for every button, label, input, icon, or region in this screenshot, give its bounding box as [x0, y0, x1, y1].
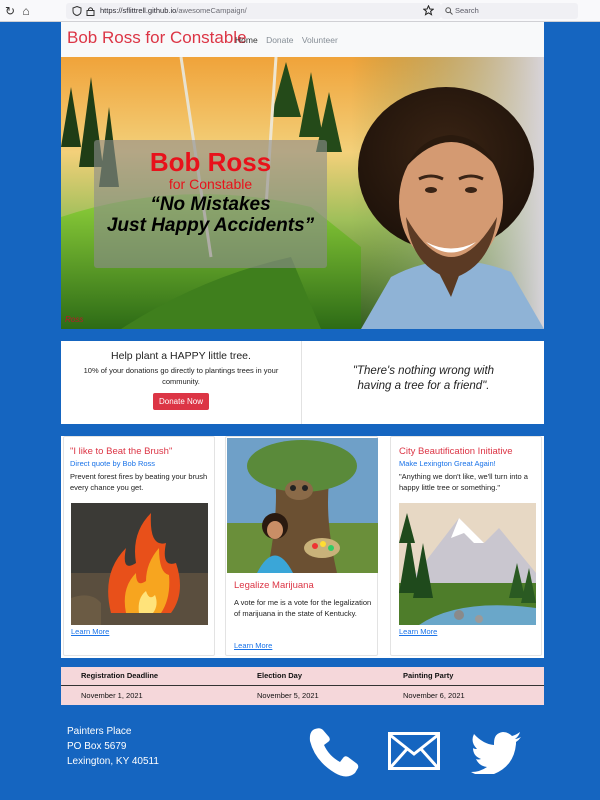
address-line: Painters Place	[67, 726, 132, 737]
url-text: https://sflittrell.github.io/awesomeCamp…	[100, 3, 247, 19]
nav-links: Home Donate Volunteer	[235, 35, 344, 45]
url-path: /awesomeCampaign/	[176, 6, 247, 15]
painting-signature: Ross	[65, 315, 84, 324]
page-container: Bob Ross for Constable Home Donate Volun…	[61, 22, 544, 329]
card-title: "I like to Beat the Brush"	[70, 446, 173, 457]
shield-icon[interactable]	[72, 6, 82, 16]
card-subtitle: Direct quote by Bob Ross	[70, 459, 156, 468]
footer-address: Painters Place PO Box 5679 Lexington, KY…	[67, 724, 159, 769]
lock-icon[interactable]	[86, 6, 95, 16]
bookmark-star-icon[interactable]	[423, 5, 434, 16]
hero-subtitle: for Constable	[168, 176, 253, 192]
phone-icon[interactable]	[307, 727, 361, 779]
nav-link-donate[interactable]: Donate	[266, 35, 293, 45]
card-title: Legalize Marijuana	[234, 580, 314, 591]
twitter-icon[interactable]	[470, 732, 522, 774]
address-line: PO Box 5679	[67, 741, 127, 752]
hero-banner: Ross Bob Ross for Constable “No Mistakes…	[61, 57, 544, 329]
donate-section: Help plant a HAPPY little tree. 10% of y…	[61, 341, 544, 424]
reload-icon[interactable]: ↻	[2, 3, 18, 19]
mail-icon[interactable]	[388, 732, 440, 770]
card-text: A vote for me is a vote for the legaliza…	[234, 598, 372, 618]
table-cell: November 5, 2021	[257, 691, 319, 700]
card-subtitle: Make Lexington Great Again!	[399, 459, 496, 468]
search-field[interactable]: Search	[441, 3, 578, 19]
table-header: Painting Party	[403, 671, 454, 680]
navbar: Bob Ross for Constable Home Donate Volun…	[61, 22, 544, 57]
address-line: Lexington, KY 40511	[67, 756, 159, 767]
home-icon[interactable]: ⌂	[18, 3, 34, 19]
card-text: "Anything we don't like, we'll turn into…	[399, 472, 528, 492]
donate-text: 10% of your donations go directly to pla…	[83, 366, 279, 386]
hero-overlay: Bob Ross for Constable “No Mistakes Just…	[94, 140, 327, 268]
nav-link-home[interactable]: Home	[235, 35, 258, 45]
quote-panel: "There's nothing wrong with having a tre…	[303, 341, 544, 424]
schedule-table: Registration Deadline Election Day Paint…	[61, 667, 544, 705]
nav-link-volunteer[interactable]: Volunteer	[302, 35, 338, 45]
search-icon	[445, 7, 453, 15]
table-divider	[61, 685, 544, 686]
card-text: Prevent forest fires by beating your bru…	[70, 472, 208, 492]
hero-quote-line2: Just Happy Accidents”	[106, 215, 315, 236]
card-beat-the-brush: "I like to Beat the Brush" Direct quote …	[63, 436, 215, 656]
bob-ross-tree-painting-image	[227, 438, 378, 573]
hero-quote-line1: “No Mistakes	[150, 194, 271, 215]
url-host: https://sflittrell.github.io	[100, 6, 177, 15]
table-header: Election Day	[257, 671, 303, 680]
cards-section: "I like to Beat the Brush" Direct quote …	[61, 436, 544, 658]
learn-more-link[interactable]: Learn More	[399, 627, 437, 636]
hero-title: Bob Ross	[149, 147, 272, 177]
table-header: Registration Deadline	[81, 671, 159, 680]
card-title: City Beautification Initiative	[399, 446, 513, 457]
tree-friend-quote: "There's nothing wrong with having a tre…	[352, 365, 495, 392]
search-placeholder: Search	[455, 6, 479, 15]
learn-more-link[interactable]: Learn More	[234, 641, 272, 650]
navbar-brand[interactable]: Bob Ross for Constable	[67, 28, 247, 48]
table-cell: November 1, 2021	[81, 691, 143, 700]
donate-panel: Help plant a HAPPY little tree. 10% of y…	[61, 341, 302, 424]
learn-more-link[interactable]: Learn More	[71, 627, 109, 636]
donate-heading: Help plant a HAPPY little tree.	[111, 350, 251, 362]
card-legalize-marijuana: Legalize Marijuana A vote for me is a vo…	[225, 436, 378, 656]
table-cell: November 6, 2021	[403, 691, 465, 700]
donate-now-button[interactable]: Donate Now	[152, 393, 210, 410]
browser-toolbar: ↻ ⌂ https://sflittrell.github.io/awesome…	[0, 0, 600, 22]
forest-fire-image	[71, 503, 208, 625]
mountain-landscape-image	[399, 503, 536, 625]
card-city-beautification: City Beautification Initiative Make Lexi…	[390, 436, 542, 656]
